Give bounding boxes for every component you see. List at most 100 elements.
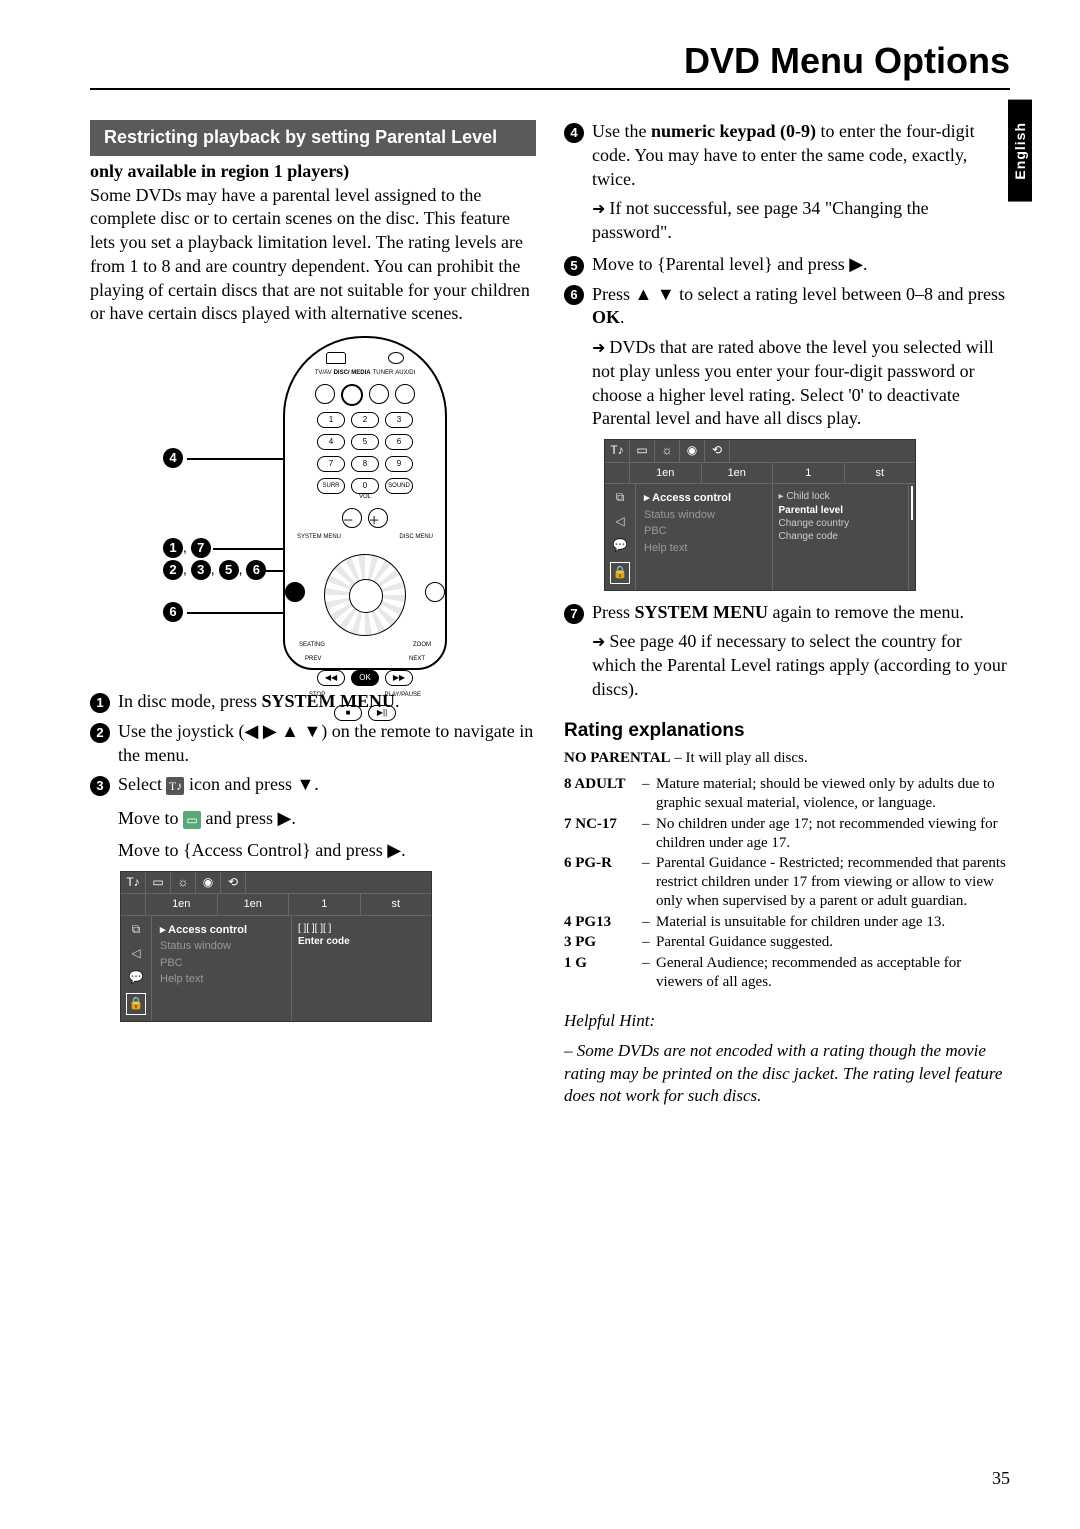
intro-text: Some DVDs may have a parental level assi… xyxy=(90,184,536,327)
power-button-icon xyxy=(326,352,346,364)
osd-side-icon: ⧉ xyxy=(616,490,625,506)
rating-row: 1 G–General Audience; recommended as acc… xyxy=(564,954,1010,992)
callout-3: 3 xyxy=(191,560,211,580)
step-7-sub: See page 40 if necessary to select the c… xyxy=(592,630,1010,701)
tv-av-label: TV/AV xyxy=(315,370,332,378)
remote-body: TV/AV DISC/ MEDIA TUNER AUX/DI 123 456 7… xyxy=(283,336,447,670)
disc-menu-label: DISC MENU xyxy=(399,534,433,542)
rating-row: 7 NC-17–No children under age 17; not re… xyxy=(564,815,1010,853)
osd-icon: ▭ xyxy=(630,440,655,462)
osd-enter-code: Enter code xyxy=(298,935,425,948)
step-3: 3 Select T♪ icon and press ▼. xyxy=(90,773,536,797)
step-7: 7 Press SYSTEM MENU again to remove the … xyxy=(564,601,1010,625)
osd-side-icon: 🔒 xyxy=(610,562,631,584)
left-column: Restricting playback by setting Parental… xyxy=(90,120,536,1115)
osd-item: Change code xyxy=(779,530,903,543)
osd-icon: T♪ xyxy=(121,872,146,894)
osd-tab: 1en xyxy=(702,463,774,484)
osd-icon: ◉ xyxy=(196,872,221,894)
osd-side-icon: 🔒 xyxy=(126,993,147,1015)
helpful-hint-title: Helpful Hint: xyxy=(564,1010,1010,1032)
step-2: 2 Use the joystick (◀ ▶ ▲ ▼) on the remo… xyxy=(90,720,536,768)
osd-tab: 1en xyxy=(146,894,218,915)
osd-screenshot-1: T♪ ▭ ☼ ◉ ⟲ 1en 1en 1 st ⧉ ◁ xyxy=(120,871,432,1023)
prev-label: PREV xyxy=(305,656,321,664)
osd-icon: ▭ xyxy=(146,872,171,894)
step-3-move2: Move to {Access Control} and press ▶. xyxy=(118,839,536,863)
osd-item: Child lock xyxy=(786,491,829,502)
osd-code-field: [ ][ ][ ][ ] xyxy=(298,922,425,935)
osd-icon: T♪ xyxy=(605,440,630,462)
osd-item: Help text xyxy=(642,540,766,557)
osd-side-icon: 💬 xyxy=(129,970,144,986)
callout-4: 4 xyxy=(163,448,183,468)
tuner-label: TUNER xyxy=(373,370,394,378)
next-label: NEXT xyxy=(409,656,425,664)
callout-5: 5 xyxy=(219,560,239,580)
availability-note: only available in region 1 players) xyxy=(90,160,536,184)
section-header: Restricting playback by setting Parental… xyxy=(90,120,536,156)
osd-item-active: Parental level xyxy=(779,504,903,517)
step-6: 6 Press ▲ ▼ to select a rating level bet… xyxy=(564,283,1010,331)
system-menu-label: SYSTEM MENU xyxy=(297,534,341,542)
osd-item: PBC xyxy=(642,523,766,540)
osd-tab: 1 xyxy=(773,463,845,484)
vol-label: VOL xyxy=(285,494,445,502)
t-note-icon: T♪ xyxy=(166,777,184,795)
seating-label: SEATING xyxy=(299,642,325,650)
osd-side-icon: ⧉ xyxy=(132,922,141,938)
callout-1: 1 xyxy=(163,538,183,558)
osd-item: Access control xyxy=(168,924,247,936)
osd-item: PBC xyxy=(158,955,285,972)
osd-side-icon: 💬 xyxy=(613,538,628,554)
callout-2: 2 xyxy=(163,560,183,580)
disc-media-label: DISC/ MEDIA xyxy=(334,370,371,378)
rating-row: NO PARENTAL – It will play all discs. xyxy=(564,749,1010,768)
step-4-sub: If not successful, see page 34 "Changing… xyxy=(592,197,1010,245)
page-number: 35 xyxy=(992,1468,1010,1489)
page-title: DVD Menu Options xyxy=(90,40,1010,90)
callout-6b: 6 xyxy=(163,602,183,622)
right-column: 4 Use the numeric keypad (0-9) to enter … xyxy=(564,120,1010,1115)
stop-label: STOP xyxy=(309,692,325,700)
osd-item: Access control xyxy=(652,492,731,504)
play-pause-label: PLAY/PAUSE xyxy=(385,692,421,700)
osd-icon: ⟲ xyxy=(221,872,246,894)
step-3-text-a: Select xyxy=(118,774,166,794)
osd-tab: 1en xyxy=(218,894,290,915)
step-5: 5 Move to {Parental level} and press ▶. xyxy=(564,253,1010,277)
osd-icon: ☼ xyxy=(171,872,196,894)
rating-row: 4 PG13–Material is unsuitable for childr… xyxy=(564,913,1010,932)
rating-row: 3 PG–Parental Guidance suggested. xyxy=(564,933,1010,952)
step-1-text: In disc mode, press xyxy=(118,691,261,711)
osd-item: Change country xyxy=(779,517,903,530)
eject-icon xyxy=(388,352,404,364)
step-4: 4 Use the numeric keypad (0-9) to enter … xyxy=(564,120,1010,191)
osd-side-icon: ◁ xyxy=(131,946,140,962)
language-tab: English xyxy=(1008,100,1032,202)
step-3-text-b: icon and press ▼. xyxy=(184,774,318,794)
ok-btn: OK xyxy=(351,670,379,686)
folder-icon: ▭ xyxy=(183,811,201,829)
osd-screenshot-2: T♪ ▭ ☼ ◉ ⟲ 1en 1en 1 st ⧉ ◁ xyxy=(604,439,916,591)
sound-btn: SOUND xyxy=(385,478,413,494)
rating-row: 6 PG-R–Parental Guidance - Restricted; r… xyxy=(564,854,1010,910)
osd-tab: st xyxy=(845,463,916,484)
surr-btn: SURR xyxy=(317,478,345,494)
osd-tab: 1en xyxy=(630,463,702,484)
osd-tab: 1 xyxy=(289,894,361,915)
aux-di-label: AUX/DI xyxy=(395,370,415,378)
osd-item: Help text xyxy=(158,971,285,988)
zoom-label: ZOOM xyxy=(413,642,431,650)
joystick-icon xyxy=(324,554,406,636)
osd-item: Status window xyxy=(642,507,766,524)
step-2-text: Use the joystick (◀ ▶ ▲ ▼) on the remote… xyxy=(118,720,536,768)
callout-7: 7 xyxy=(191,538,211,558)
ratings-header: Rating explanations xyxy=(564,718,1010,743)
step-3-move1: Move to ▭ and press ▶. xyxy=(118,807,536,831)
osd-icon: ◉ xyxy=(680,440,705,462)
osd-icon: ☼ xyxy=(655,440,680,462)
helpful-hint-body: – Some DVDs are not encoded with a ratin… xyxy=(564,1040,1010,1107)
osd-icon: ⟲ xyxy=(705,440,730,462)
osd-tab: st xyxy=(361,894,432,915)
